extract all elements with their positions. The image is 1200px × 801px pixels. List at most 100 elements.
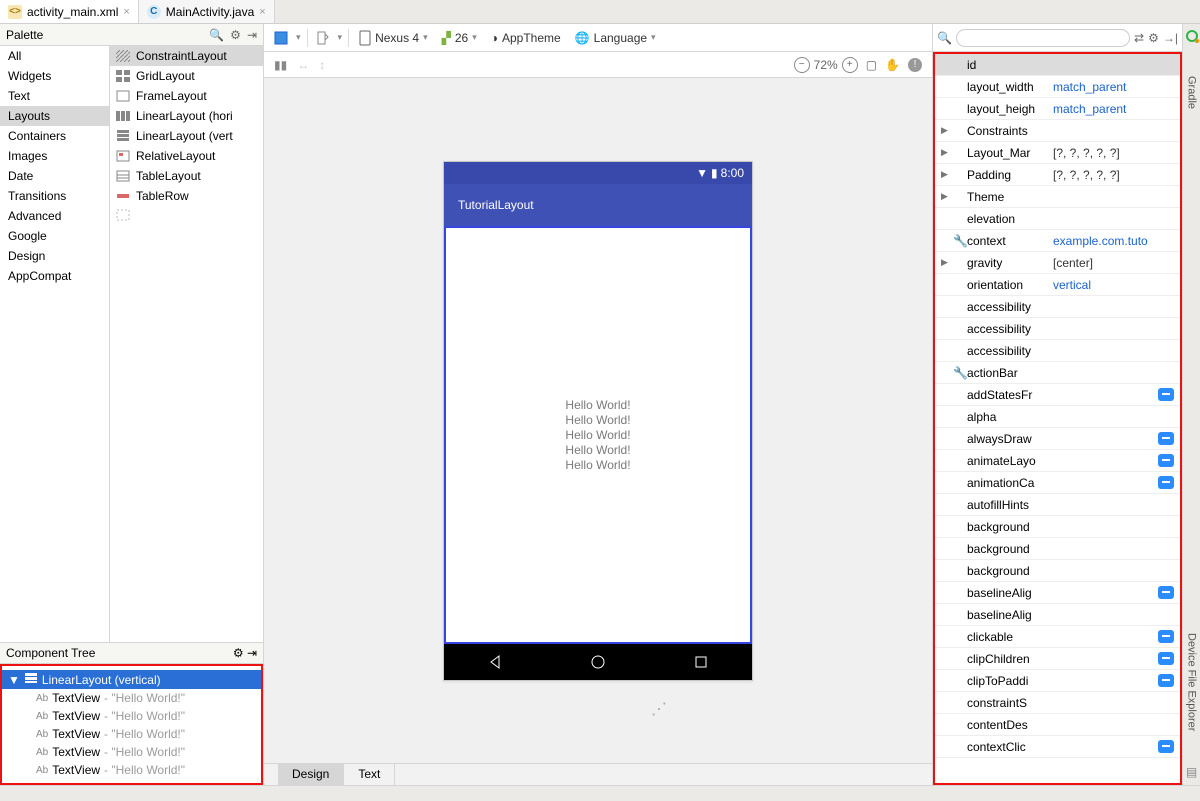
property-row[interactable]: id (935, 54, 1180, 76)
property-row[interactable]: orientationvertical (935, 274, 1180, 296)
palette-item[interactable]: LinearLayout (vert (110, 126, 263, 146)
tree-item[interactable]: Ab TextView - "Hello World!" (2, 707, 261, 725)
property-row[interactable]: accessibility (935, 318, 1180, 340)
property-row[interactable]: ▶gravity[center] (935, 252, 1180, 274)
property-row[interactable]: clipToPaddi (935, 670, 1180, 692)
gear-icon[interactable]: ⚙ (233, 646, 244, 660)
resize-handle-icon[interactable]: ⋰ (651, 699, 667, 719)
property-row[interactable]: accessibility (935, 296, 1180, 318)
property-row[interactable]: ▶Constraints (935, 120, 1180, 142)
gear-icon[interactable]: ⚙ (1148, 31, 1159, 45)
property-row[interactable]: 🔧contextexample.com.tuto (935, 230, 1180, 252)
toggle-indicator-icon[interactable] (1158, 476, 1174, 489)
dock-icon[interactable]: ⇥ (247, 28, 257, 42)
design-surface-icon[interactable] (272, 29, 290, 47)
toggle-indicator-icon[interactable] (1158, 388, 1174, 401)
property-row[interactable]: ▶Layout_Mar[?, ?, ?, ?, ?] (935, 142, 1180, 164)
tab-activity-main[interactable]: <> activity_main.xml × (0, 0, 139, 23)
gradle-tool-window[interactable]: Gradle (1186, 76, 1198, 109)
gear-icon[interactable]: ⚙ (230, 28, 241, 42)
property-row[interactable]: background (935, 560, 1180, 582)
tab-text[interactable]: Text (344, 764, 395, 785)
blueprint-toggle-icon[interactable]: ▮▮ (274, 58, 287, 72)
orientation-icon[interactable] (314, 29, 332, 47)
property-row[interactable]: ▶Theme (935, 186, 1180, 208)
property-row[interactable]: accessibility (935, 340, 1180, 362)
tab-design[interactable]: Design (278, 764, 344, 785)
swap-icon[interactable]: ⇄ (1134, 31, 1144, 45)
palette-item[interactable]: FrameLayout (110, 86, 263, 106)
property-row[interactable]: elevation (935, 208, 1180, 230)
api-selector[interactable]: ▞ 26▾ (438, 31, 481, 45)
palette-category[interactable]: Images (0, 146, 109, 166)
fit-icon[interactable]: ▢ (866, 58, 877, 72)
arrows-horizontal-icon[interactable]: ↔ (297, 58, 309, 72)
tree-item[interactable]: Ab TextView - "Hello World!" (2, 725, 261, 743)
property-row[interactable]: alwaysDraw (935, 428, 1180, 450)
palette-category[interactable]: Layouts (0, 106, 109, 126)
palette-category[interactable]: Containers (0, 126, 109, 146)
property-row[interactable]: background (935, 516, 1180, 538)
palette-category[interactable]: Google (0, 226, 109, 246)
design-canvas[interactable]: ▼ ▮ 8:00 TutorialLayout Hello World!Hell… (264, 78, 932, 763)
palette-item[interactable] (110, 206, 263, 224)
file-explorer-icon[interactable]: ▤ (1186, 765, 1197, 779)
property-row[interactable]: layout_heighmatch_parent (935, 98, 1180, 120)
toggle-indicator-icon[interactable] (1158, 652, 1174, 665)
device-file-explorer-tool-window[interactable]: Device File Explorer (1186, 633, 1198, 731)
tree-item[interactable]: Ab TextView - "Hello World!" (2, 743, 261, 761)
property-row[interactable]: constraintS (935, 692, 1180, 714)
palette-item[interactable]: ConstraintLayout (110, 46, 263, 66)
device-selector[interactable]: Nexus 4▾ (355, 30, 432, 46)
property-row[interactable]: autofillHints (935, 494, 1180, 516)
toggle-indicator-icon[interactable] (1158, 586, 1174, 599)
palette-item[interactable]: LinearLayout (hori (110, 106, 263, 126)
property-row[interactable]: contextClic (935, 736, 1180, 758)
property-row[interactable]: baselineAlig (935, 582, 1180, 604)
warning-icon[interactable]: ! (908, 58, 922, 72)
palette-item[interactable]: TableLayout (110, 166, 263, 186)
zoom-out-button[interactable]: − (794, 57, 810, 73)
palette-category[interactable]: Transitions (0, 186, 109, 206)
pan-icon[interactable]: ✋ (885, 58, 900, 72)
theme-selector[interactable]: ◑ AppTheme (487, 31, 565, 45)
properties-search-input[interactable] (956, 29, 1130, 47)
palette-category[interactable]: Date (0, 166, 109, 186)
property-row[interactable]: clickable (935, 626, 1180, 648)
gradle-icon[interactable] (1186, 30, 1198, 42)
property-row[interactable]: animationCa (935, 472, 1180, 494)
property-row[interactable]: contentDes (935, 714, 1180, 736)
close-icon[interactable]: × (123, 6, 129, 18)
toggle-indicator-icon[interactable] (1158, 432, 1174, 445)
language-selector[interactable]: 🌐 Language▾ (571, 31, 660, 45)
toggle-indicator-icon[interactable] (1158, 454, 1174, 467)
palette-category[interactable]: All (0, 46, 109, 66)
tree-item[interactable]: Ab TextView - "Hello World!" (2, 689, 261, 707)
property-row[interactable]: background (935, 538, 1180, 560)
search-icon[interactable]: 🔍 (209, 28, 224, 42)
toggle-indicator-icon[interactable] (1158, 674, 1174, 687)
property-row[interactable]: alpha (935, 406, 1180, 428)
palette-category[interactable]: Text (0, 86, 109, 106)
palette-category[interactable]: AppCompat (0, 266, 109, 286)
property-row[interactable]: 🔧actionBar (935, 362, 1180, 384)
property-row[interactable]: clipChildren (935, 648, 1180, 670)
close-icon[interactable]: × (259, 6, 265, 18)
arrows-vertical-icon[interactable]: ↕ (319, 58, 325, 72)
palette-category[interactable]: Advanced (0, 206, 109, 226)
palette-item[interactable]: RelativeLayout (110, 146, 263, 166)
toggle-indicator-icon[interactable] (1158, 740, 1174, 753)
property-row[interactable]: animateLayo (935, 450, 1180, 472)
tab-mainactivity[interactable]: C MainActivity.java × (139, 0, 275, 23)
toggle-indicator-icon[interactable] (1158, 630, 1174, 643)
property-row[interactable]: ▶Padding[?, ?, ?, ?, ?] (935, 164, 1180, 186)
dock-icon[interactable]: ⇥ (247, 646, 257, 660)
property-row[interactable]: baselineAlig (935, 604, 1180, 626)
tree-item[interactable]: Ab TextView - "Hello World!" (2, 761, 261, 779)
palette-item[interactable]: TableRow (110, 186, 263, 206)
zoom-in-button[interactable]: + (842, 57, 858, 73)
palette-category[interactable]: Widgets (0, 66, 109, 86)
property-row[interactable]: addStatesFr (935, 384, 1180, 406)
collapse-icon[interactable]: →| (1163, 31, 1178, 45)
property-row[interactable]: layout_widthmatch_parent (935, 76, 1180, 98)
